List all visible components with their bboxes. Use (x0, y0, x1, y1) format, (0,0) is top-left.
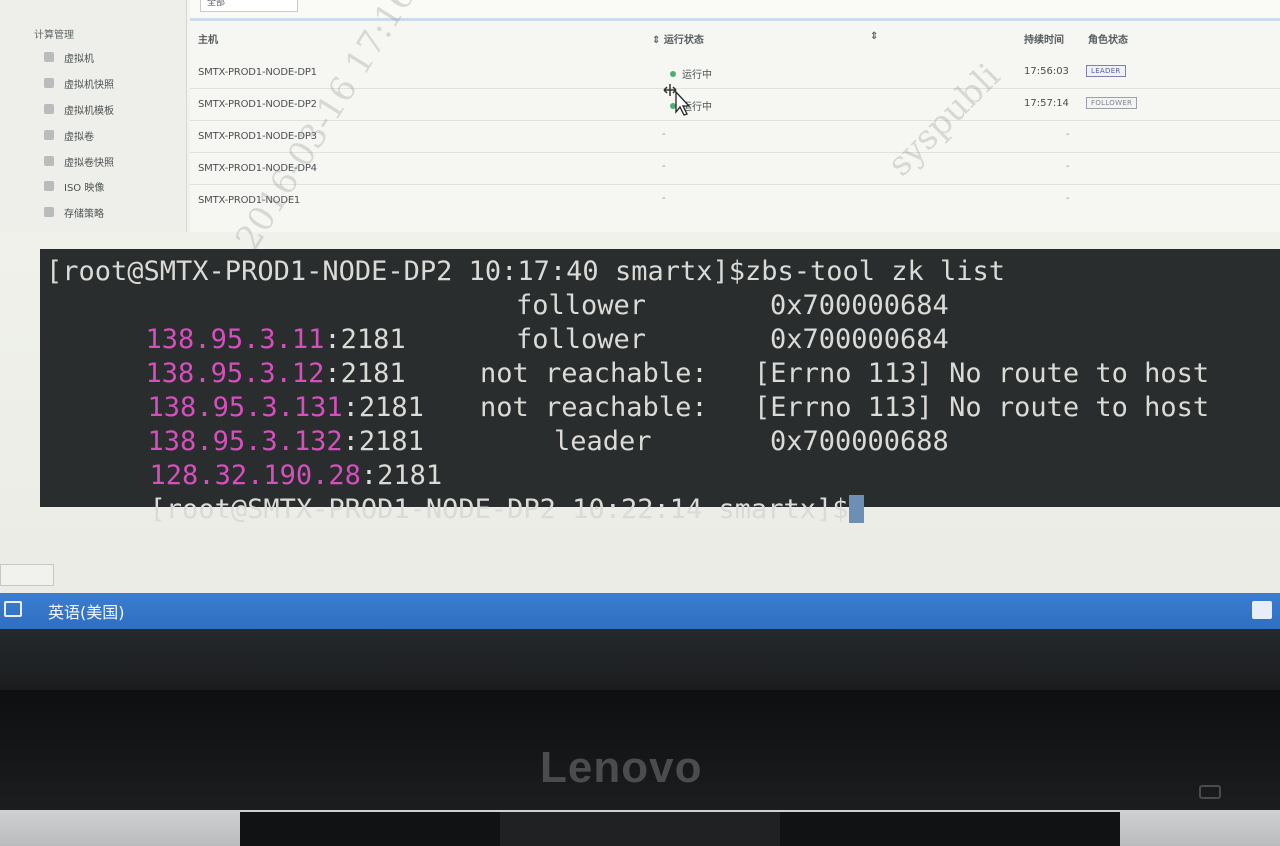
zk-state: not reachable: (480, 358, 708, 389)
zk-state: follower (516, 324, 647, 355)
taskbar: 英语(美国) (0, 593, 1280, 629)
status-dot-icon (670, 70, 676, 77)
iso-icon (44, 181, 54, 191)
host-name: SMTX-PROD1-NODE-DP1 (198, 67, 317, 78)
sidebar-item-label: 虚拟机快照 (64, 79, 114, 91)
empty-input-box[interactable] (0, 564, 54, 586)
move-cursor-icon (663, 84, 691, 116)
column-header-duration[interactable]: 持续时间 (1024, 31, 1064, 46)
screen-bottom-edge (0, 629, 1280, 690)
storage-policy-icon (44, 207, 54, 217)
zk-state: leader (554, 426, 652, 457)
sidebar-item-label: 虚拟卷 (64, 131, 94, 143)
zk-value: [Errno 113] No route to host (754, 358, 1210, 389)
volume-snapshot-icon (44, 156, 54, 166)
status-cell: - (662, 129, 666, 140)
sidebar-item-volume[interactable]: 虚拟卷 (44, 126, 94, 144)
zk-value: 0x700000684 (770, 290, 949, 321)
zk-value: [Errno 113] No route to host (754, 392, 1210, 423)
status-cell: 运行中 (670, 66, 712, 81)
terminal-output-line: 138.95.3.132:2181 (50, 391, 424, 457)
sidebar-item-vm-snapshot[interactable]: 虚拟机快照 (44, 74, 114, 92)
duration-cell: 17:56:03 (1024, 66, 1069, 77)
monitor-stand-neck (500, 812, 780, 846)
sidebar-group-label: 计算管理 (34, 30, 74, 41)
terminal-command-line: [root@SMTX-PROD1-NODE-DP2 10:17:40 smart… (46, 256, 1006, 287)
table-row[interactable]: SMTX-PROD1-NODE1 - - (190, 184, 1280, 216)
terminal-output-line: 138.95.3.11:2181 (48, 289, 406, 355)
table-row[interactable]: SMTX-PROD1-NODE-DP4 - - (190, 152, 1280, 185)
terminal-prompt-line[interactable]: [root@SMTX-PROD1-NODE-DP2 10:22:14 smart… (52, 459, 864, 525)
table-toolbar: 全部 (190, 0, 1280, 21)
sidebar-item-storage-policy[interactable]: 存储策略 (44, 203, 104, 221)
terminal-output-line: 128.32.190.28:2181 (52, 425, 443, 491)
book-icon[interactable] (1252, 601, 1272, 619)
duration-cell: - (1066, 129, 1070, 140)
sidebar-item-volume-snapshot[interactable]: 虚拟卷快照 (44, 152, 114, 170)
language-indicator[interactable]: 英语(美国) (48, 599, 125, 623)
sidebar-item-label: ISO 映像 (64, 182, 105, 194)
power-icon (1199, 785, 1221, 799)
sidebar-item-label: 虚拟机 (64, 53, 94, 65)
sidebar-item-vm[interactable]: 虚拟机 (44, 48, 94, 66)
status-cell: - (662, 161, 666, 172)
column-header-host[interactable]: 主机 (198, 31, 218, 46)
status-text: 运行中 (682, 70, 712, 81)
host-name: SMTX-PROD1-NODE-DP2 (198, 99, 317, 110)
table-row[interactable]: SMTX-PROD1-NODE-DP3 - - (190, 120, 1280, 153)
column-header-run-state[interactable]: ⇕ 运行状态 (652, 31, 704, 46)
zk-value: 0x700000684 (770, 324, 949, 355)
sidebar-item-label: 虚拟卷快照 (64, 157, 114, 169)
input-method-icon[interactable] (4, 601, 22, 617)
zk-state: not reachable: (480, 392, 708, 423)
template-icon (44, 104, 54, 114)
terminal-caret (848, 495, 864, 523)
volume-icon (44, 130, 54, 140)
snapshot-icon (44, 78, 54, 88)
status-cell: - (662, 193, 666, 204)
sidebar: 计算管理 虚拟机 虚拟机快照 虚拟机模板 虚拟卷 虚拟卷快照 ISO 映像 存储… (0, 0, 187, 232)
filter-dropdown[interactable]: 全部 (200, 0, 298, 12)
role-badge: FOLLOWER (1086, 97, 1138, 109)
terminal-output-line: 138.95.3.12:2181 (48, 323, 406, 389)
zk-state: follower (516, 290, 647, 321)
vm-icon (44, 52, 54, 62)
duration-cell: 17:57:14 (1024, 98, 1069, 109)
column-header-label: 运行状态 (663, 35, 704, 46)
terminal-prompt: [root@SMTX-PROD1-NODE-DP2 10:22:14 smart… (149, 494, 849, 525)
sort-icon: ⇕ (652, 35, 664, 46)
role-badge: LEADER (1086, 65, 1126, 77)
zk-value: 0x700000688 (770, 426, 949, 457)
terminal-window[interactable]: [root@SMTX-PROD1-NODE-DP2 10:17:40 smart… (40, 249, 1280, 525)
sidebar-item-vm-template[interactable]: 虚拟机模板 (44, 100, 114, 118)
sort-icon[interactable]: ⇕ (870, 31, 878, 42)
duration-cell: - (1066, 193, 1070, 204)
column-header-role[interactable]: 角色状态 (1088, 31, 1128, 46)
brand-logo: Lenovo (540, 743, 703, 792)
terminal-output-line: 138.95.3.131:2181 (50, 357, 424, 423)
sidebar-item-iso[interactable]: ISO 映像 (44, 177, 104, 195)
sidebar-item-label: 存储策略 (64, 208, 104, 220)
monitor-screen: 计算管理 虚拟机 虚拟机快照 虚拟机模板 虚拟卷 虚拟卷快照 ISO 映像 存储… (0, 0, 1280, 690)
sidebar-item-label: 虚拟机模板 (64, 105, 114, 117)
duration-cell: - (1066, 161, 1070, 172)
